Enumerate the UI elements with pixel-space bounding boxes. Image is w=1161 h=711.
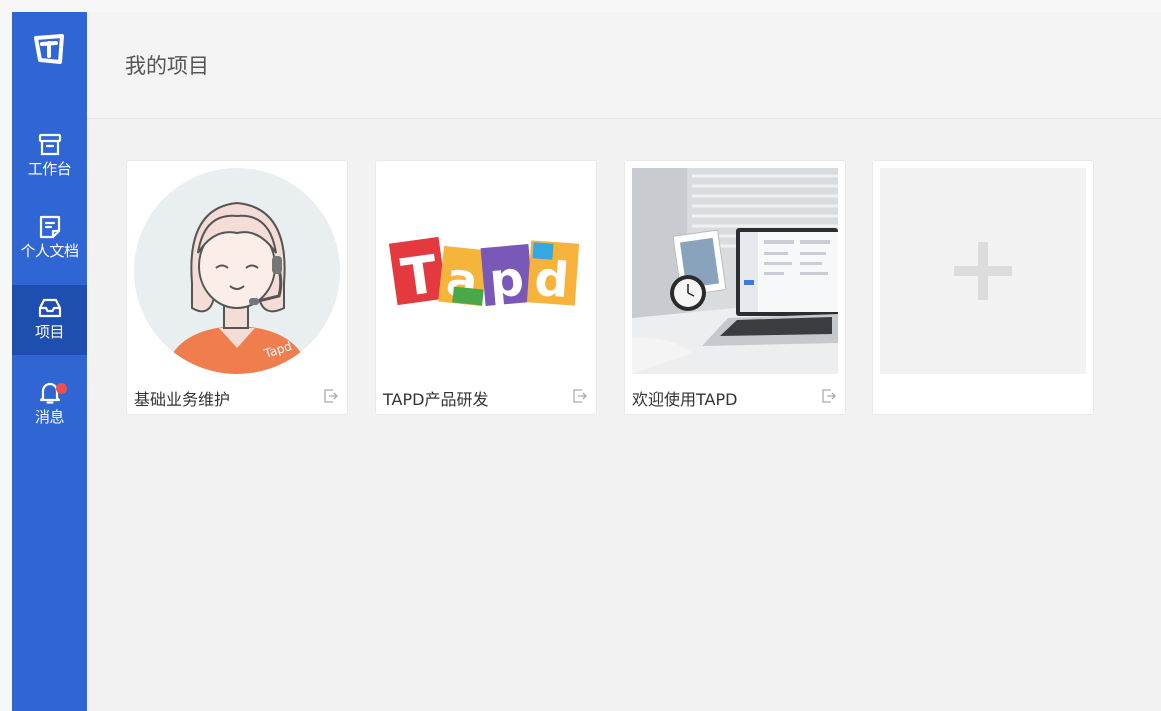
sidebar-item-projects[interactable]: 项目 <box>12 285 87 355</box>
project-card[interactable]: Tapd 基础业务维护 <box>126 160 348 415</box>
tapd-logo-icon[interactable] <box>32 32 66 66</box>
exit-icon[interactable] <box>572 388 588 404</box>
sidebar-item-messages[interactable]: 消息 <box>12 370 87 440</box>
window-top-edge <box>0 0 1161 12</box>
sidebar-item-label: 个人文档 <box>20 242 79 260</box>
tapd-logo-colorful-icon: T a p d <box>388 236 580 310</box>
project-thumbnail-desk[interactable] <box>632 168 838 374</box>
sidebar-item-label: 项目 <box>34 323 65 341</box>
page-header: 我的项目 <box>87 12 1161 119</box>
exit-icon[interactable] <box>323 388 339 404</box>
project-thumbnail-tapd[interactable]: T a p d <box>383 168 589 374</box>
project-name[interactable]: TAPD产品研发 <box>383 386 488 410</box>
sidebar-item-personal-docs[interactable]: 个人文档 <box>12 204 87 274</box>
document-icon <box>39 215 60 239</box>
archive-icon <box>38 133 61 156</box>
add-project-button[interactable] <box>880 168 1086 374</box>
sidebar-item-label: 消息 <box>34 408 65 426</box>
project-name[interactable]: 基础业务维护 <box>134 386 230 410</box>
sidebar: 工作台 个人文档 项目 消息 <box>12 12 87 711</box>
page-title: 我的项目 <box>125 54 209 78</box>
desk-laptop-photo-icon <box>632 168 838 374</box>
plus-icon <box>954 242 1012 300</box>
sidebar-item-workbench[interactable]: 工作台 <box>12 122 87 192</box>
project-name[interactable]: 欢迎使用TAPD <box>632 386 737 410</box>
inbox-icon <box>38 298 61 318</box>
project-card[interactable]: 欢迎使用TAPD <box>624 160 846 415</box>
notification-badge <box>56 383 67 394</box>
project-thumbnail-avatar[interactable]: Tapd <box>134 168 340 374</box>
exit-icon[interactable] <box>821 388 837 404</box>
sidebar-item-label: 工作台 <box>27 160 72 178</box>
window-left-edge <box>0 0 12 711</box>
project-card[interactable]: T a p d TAPD产品研发 <box>375 160 597 415</box>
svg-text:p: p <box>487 251 526 310</box>
add-project-card[interactable] <box>872 160 1094 415</box>
avatar-girl-headset-icon: Tapd <box>134 168 340 374</box>
